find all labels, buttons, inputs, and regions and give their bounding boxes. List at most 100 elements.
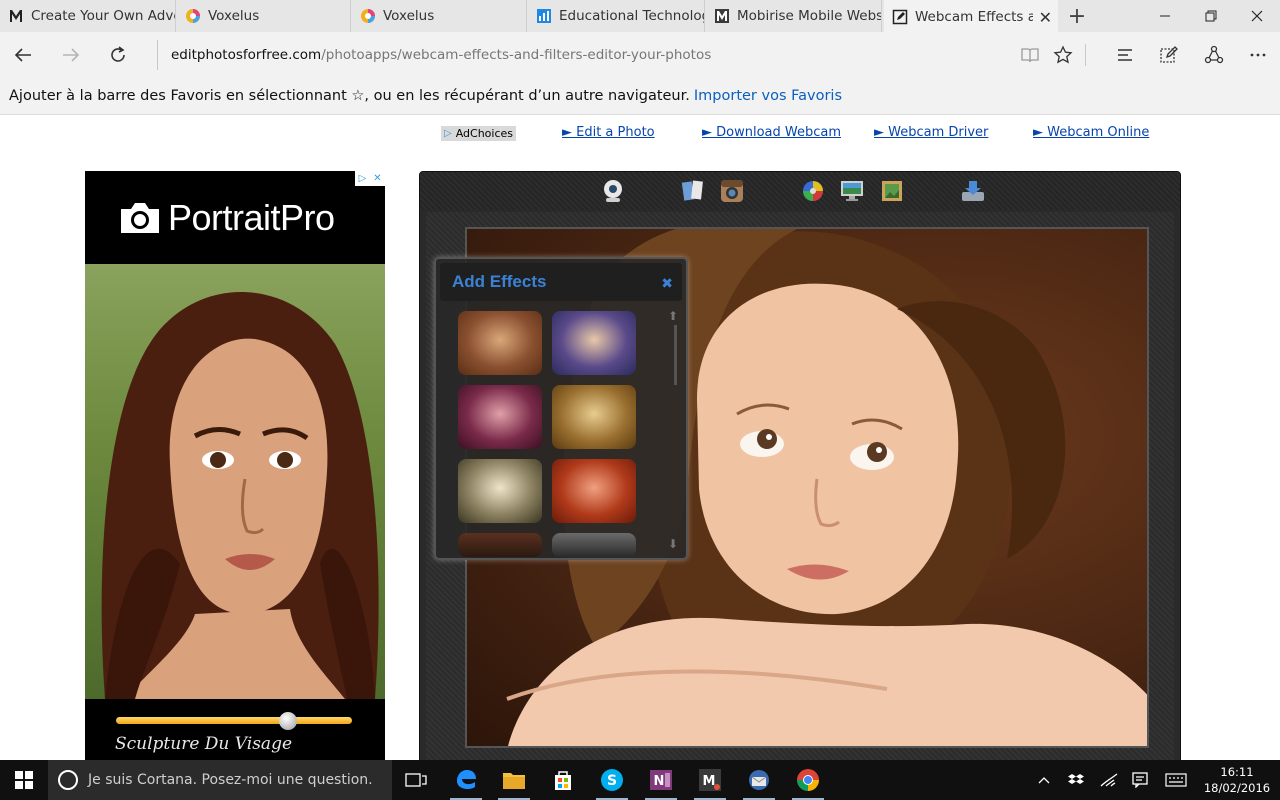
adchoices-label: AdChoices bbox=[455, 127, 514, 140]
tab-label: Mobirise Mobile Websit bbox=[737, 8, 881, 24]
favorite-star-icon[interactable] bbox=[1048, 40, 1078, 70]
clock-date: 18/02/2016 bbox=[1203, 781, 1271, 795]
scroll-down-arrow-icon[interactable]: ⬇ bbox=[668, 537, 678, 551]
tab-label: Voxelus bbox=[383, 8, 435, 24]
ad-close-icon[interactable]: ✕ bbox=[370, 171, 385, 186]
monitor-icon[interactable] bbox=[839, 178, 865, 204]
link-webcam-driver[interactable]: ► Webcam Driver bbox=[874, 125, 988, 140]
portraitpro-ad[interactable]: ▷ ✕ PortraitPro Sculpture Du Visage bbox=[85, 171, 385, 760]
windows-taskbar: Je suis Cortana. Posez-moi une question.… bbox=[0, 760, 1280, 800]
voxelus-icon bbox=[360, 8, 376, 24]
effect-thumbnail-gold-tone[interactable] bbox=[552, 385, 636, 449]
system-clock[interactable]: 16:11 18/02/2016 bbox=[1198, 764, 1276, 796]
effect-thumbnail-magenta-tone[interactable] bbox=[458, 385, 542, 449]
svg-text:S: S bbox=[607, 773, 617, 789]
editor-toolbar bbox=[420, 172, 1180, 210]
tab-label: Educational Technology bbox=[559, 8, 704, 24]
ad-portrait-image bbox=[85, 264, 385, 699]
restore-button[interactable] bbox=[1188, 0, 1234, 32]
instagram-icon[interactable] bbox=[719, 178, 745, 204]
share-icon[interactable] bbox=[1199, 40, 1229, 70]
new-tab-button[interactable]: + bbox=[1064, 4, 1090, 29]
import-favorites-link[interactable]: Importer vos Favoris bbox=[694, 88, 842, 104]
scroll-up-arrow-icon[interactable]: ⬆ bbox=[668, 309, 678, 323]
voxelus-icon bbox=[185, 8, 201, 24]
frame-icon[interactable] bbox=[879, 178, 905, 204]
mobirise-icon[interactable]: M bbox=[686, 760, 734, 800]
effects-scrollbar[interactable] bbox=[674, 325, 677, 385]
add-effects-panel: Add Effects ✖ ⬆ ⬇ bbox=[434, 257, 688, 560]
mobirise-icon bbox=[714, 8, 730, 24]
close-window-button[interactable] bbox=[1234, 0, 1280, 32]
adchoices-badge[interactable]: ▷ AdChoices bbox=[441, 126, 516, 141]
edit-page-icon bbox=[892, 9, 908, 25]
file-explorer-icon[interactable] bbox=[490, 760, 538, 800]
save-icon[interactable] bbox=[960, 178, 986, 204]
edge-icon[interactable] bbox=[442, 760, 490, 800]
m-icon bbox=[8, 8, 24, 24]
more-options-icon[interactable] bbox=[1243, 40, 1273, 70]
effect-thumbnail-dark-vintage[interactable] bbox=[458, 533, 542, 557]
tab-create-your-own-adver[interactable]: Create Your Own Adver bbox=[0, 0, 176, 32]
color-wheel-icon[interactable] bbox=[800, 178, 826, 204]
ad-info-icon[interactable]: ▷ bbox=[355, 171, 370, 186]
close-tab-icon[interactable]: ✕ bbox=[1039, 8, 1052, 27]
windows-logo-icon bbox=[15, 771, 33, 789]
back-button[interactable] bbox=[8, 40, 38, 70]
url-domain: editphotosforfree.com bbox=[171, 47, 322, 63]
tab-label: Voxelus bbox=[208, 8, 260, 24]
effect-thumbnail-sepia[interactable] bbox=[458, 311, 542, 375]
collage-icon[interactable] bbox=[680, 178, 706, 204]
tab-bar: Create Your Own Adver Voxelus Voxelus Ed… bbox=[0, 0, 1280, 33]
cortana-placeholder: Je suis Cortana. Posez-moi une question. bbox=[88, 772, 373, 788]
reading-view-icon[interactable] bbox=[1015, 40, 1045, 70]
link-webcam-online[interactable]: ► Webcam Online bbox=[1033, 125, 1149, 140]
adchoices-icon: ▷ bbox=[444, 128, 452, 139]
effect-thumbnail-blue-tone[interactable] bbox=[552, 311, 636, 375]
toolbar-separator bbox=[1085, 44, 1086, 66]
url-path: /photoapps/webcam-effects-and-filters-ed… bbox=[321, 47, 712, 63]
task-view-icon[interactable] bbox=[392, 760, 440, 800]
store-icon[interactable] bbox=[539, 760, 587, 800]
ad-tagline: Sculpture Du Visage bbox=[115, 734, 293, 754]
favorites-bar: Ajouter à la barre des Favoris en sélect… bbox=[0, 77, 1280, 115]
wifi-icon[interactable] bbox=[1097, 760, 1121, 800]
onenote-icon[interactable]: N bbox=[637, 760, 685, 800]
webcam-icon[interactable] bbox=[600, 178, 626, 204]
effect-thumbnail-cool-dark[interactable] bbox=[552, 533, 636, 557]
effect-thumbnail-pale-vintage[interactable] bbox=[458, 459, 542, 523]
link-edit-a-photo[interactable]: ► Edit a Photo bbox=[562, 125, 655, 140]
effects-panel-header: Add Effects ✖ bbox=[440, 263, 682, 301]
close-icon[interactable]: ✖ bbox=[661, 276, 673, 292]
tab-voxelus-2[interactable]: Voxelus bbox=[352, 0, 527, 32]
cortana-icon bbox=[58, 770, 78, 790]
tab-label: Create Your Own Adver bbox=[31, 8, 175, 24]
dropbox-icon[interactable] bbox=[1064, 760, 1088, 800]
ad-brand: PortraitPro bbox=[168, 197, 335, 238]
refresh-button[interactable] bbox=[103, 40, 133, 70]
tab-educational-technology[interactable]: Educational Technology bbox=[528, 0, 705, 32]
minimize-button[interactable] bbox=[1142, 0, 1188, 32]
keyboard-icon[interactable] bbox=[1162, 760, 1190, 800]
cortana-search-box[interactable]: Je suis Cortana. Posez-moi une question. bbox=[48, 760, 392, 800]
show-hidden-icons-icon[interactable] bbox=[1032, 760, 1056, 800]
web-page: ▷ AdChoices ► Edit a Photo ► Download We… bbox=[0, 116, 1280, 760]
forward-button[interactable] bbox=[56, 40, 86, 70]
svg-text:N: N bbox=[654, 774, 665, 789]
action-center-icon[interactable] bbox=[1128, 760, 1152, 800]
chrome-icon[interactable] bbox=[784, 760, 832, 800]
thunderbird-icon[interactable] bbox=[735, 760, 783, 800]
ad-slider-track bbox=[116, 717, 352, 724]
start-button[interactable] bbox=[0, 760, 48, 800]
web-note-icon[interactable] bbox=[1154, 40, 1184, 70]
clock-time: 16:11 bbox=[1220, 765, 1254, 779]
address-bar[interactable]: editphotosforfree.com/photoapps/webcam-e… bbox=[157, 40, 1002, 70]
effect-thumbnail-red-tone[interactable] bbox=[552, 459, 636, 523]
tab-webcam-effects[interactable]: Webcam Effects and ✕ bbox=[884, 0, 1058, 33]
tab-label: Webcam Effects and bbox=[915, 8, 1033, 25]
hub-icon[interactable] bbox=[1110, 40, 1140, 70]
tab-mobirise[interactable]: Mobirise Mobile Websit bbox=[706, 0, 882, 32]
tab-voxelus-1[interactable]: Voxelus bbox=[177, 0, 351, 32]
link-download-webcam[interactable]: ► Download Webcam bbox=[702, 125, 841, 140]
skype-icon[interactable]: S bbox=[588, 760, 636, 800]
